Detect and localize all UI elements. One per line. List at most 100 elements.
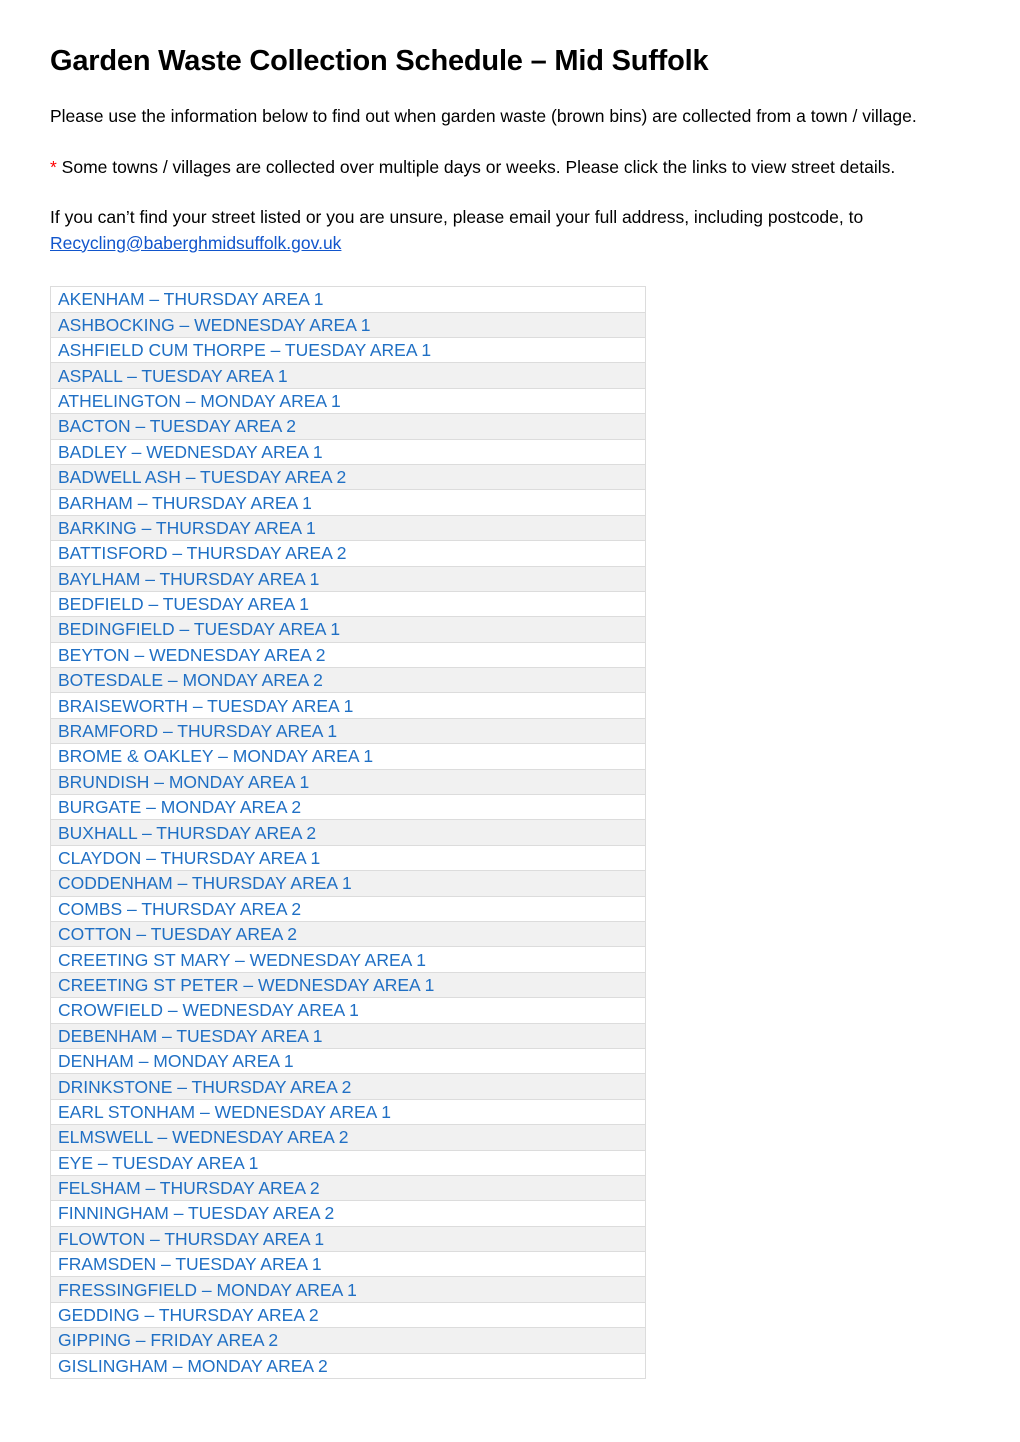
schedule-cell[interactable]: BATTISFORD – THURSDAY AREA 2 — [50, 540, 646, 567]
town-schedule-link[interactable]: GISLINGHAM – MONDAY AREA 2 — [58, 1355, 328, 1377]
table-row[interactable]: BADWELL ASH – TUESDAY AREA 2 — [50, 463, 646, 491]
town-schedule-link[interactable]: BUXHALL – THURSDAY AREA 2 — [58, 822, 316, 844]
table-row[interactable]: DEBENHAM – TUESDAY AREA 1 — [50, 1022, 646, 1049]
table-row[interactable]: BUXHALL – THURSDAY AREA 2 — [50, 819, 646, 846]
town-schedule-link[interactable]: AKENHAM – THURSDAY AREA 1 — [58, 288, 324, 310]
schedule-cell[interactable]: COMBS – THURSDAY AREA 2 — [50, 895, 646, 922]
table-row[interactable]: BOTESDALE – MONDAY AREA 2 — [50, 667, 646, 694]
schedule-cell[interactable]: BADWELL ASH – TUESDAY AREA 2 — [50, 463, 646, 491]
table-row[interactable]: DENHAM – MONDAY AREA 1 — [50, 1047, 646, 1075]
table-row[interactable]: ASPALL – TUESDAY AREA 1 — [50, 362, 646, 389]
schedule-cell[interactable]: ELMSWELL – WEDNESDAY AREA 2 — [50, 1124, 646, 1151]
table-row[interactable]: BADLEY – WEDNESDAY AREA 1 — [50, 438, 646, 465]
table-row[interactable]: AKENHAM – THURSDAY AREA 1 — [50, 286, 646, 313]
town-schedule-link[interactable]: BEDFIELD – TUESDAY AREA 1 — [58, 593, 309, 615]
table-row[interactable]: BRUNDISH – MONDAY AREA 1 — [50, 768, 646, 796]
schedule-cell[interactable]: FLOWTON – THURSDAY AREA 1 — [50, 1225, 646, 1253]
town-schedule-link[interactable]: BAYLHAM – THURSDAY AREA 1 — [58, 568, 319, 590]
schedule-cell[interactable]: DRINKSTONE – THURSDAY AREA 2 — [50, 1073, 646, 1100]
table-row[interactable]: BARHAM – THURSDAY AREA 1 — [50, 489, 646, 516]
town-schedule-link[interactable]: BARHAM – THURSDAY AREA 1 — [58, 492, 312, 514]
town-schedule-link[interactable]: COMBS – THURSDAY AREA 2 — [58, 898, 301, 920]
schedule-cell[interactable]: BRAMFORD – THURSDAY AREA 1 — [50, 717, 646, 745]
town-schedule-link[interactable]: BADLEY – WEDNESDAY AREA 1 — [58, 441, 323, 463]
table-row[interactable]: BATTISFORD – THURSDAY AREA 2 — [50, 540, 646, 567]
town-schedule-link[interactable]: ATHELINGTON – MONDAY AREA 1 — [58, 390, 341, 412]
table-row[interactable]: FELSHAM – THURSDAY AREA 2 — [50, 1174, 646, 1202]
table-row[interactable]: CREETING ST MARY – WEDNESDAY AREA 1 — [50, 946, 646, 973]
table-row[interactable]: GEDDING – THURSDAY AREA 2 — [50, 1301, 646, 1329]
town-schedule-link[interactable]: CLAYDON – THURSDAY AREA 1 — [58, 847, 320, 869]
town-schedule-link[interactable]: ASHFIELD CUM THORPE – TUESDAY AREA 1 — [58, 339, 431, 361]
town-schedule-link[interactable]: FINNINGHAM – TUESDAY AREA 2 — [58, 1202, 334, 1224]
schedule-cell[interactable]: BAYLHAM – THURSDAY AREA 1 — [50, 565, 646, 592]
town-schedule-link[interactable]: CREETING ST MARY – WEDNESDAY AREA 1 — [58, 949, 426, 971]
schedule-cell[interactable]: AKENHAM – THURSDAY AREA 1 — [50, 286, 646, 313]
schedule-cell[interactable]: CREETING ST PETER – WEDNESDAY AREA 1 — [50, 971, 646, 999]
table-row[interactable]: BEYTON – WEDNESDAY AREA 2 — [50, 641, 646, 669]
table-row[interactable]: FINNINGHAM – TUESDAY AREA 2 — [50, 1200, 646, 1227]
table-row[interactable]: BARKING – THURSDAY AREA 1 — [50, 514, 646, 542]
town-schedule-link[interactable]: EARL STONHAM – WEDNESDAY AREA 1 — [58, 1101, 391, 1123]
recycling-email-link[interactable]: Recycling@baberghmidsuffolk.gov.uk — [50, 233, 341, 253]
town-schedule-link[interactable]: BRAMFORD – THURSDAY AREA 1 — [58, 720, 337, 742]
schedule-cell[interactable]: BACTON – TUESDAY AREA 2 — [50, 413, 646, 440]
town-schedule-link[interactable]: BATTISFORD – THURSDAY AREA 2 — [58, 542, 347, 564]
table-row[interactable]: FRESSINGFIELD – MONDAY AREA 1 — [50, 1276, 646, 1303]
town-schedule-link[interactable]: BURGATE – MONDAY AREA 2 — [58, 796, 301, 818]
schedule-cell[interactable]: ASPALL – TUESDAY AREA 1 — [50, 362, 646, 389]
schedule-cell[interactable]: ATHELINGTON – MONDAY AREA 1 — [50, 387, 646, 415]
town-schedule-link[interactable]: EYE – TUESDAY AREA 1 — [58, 1152, 258, 1174]
town-schedule-link[interactable]: CREETING ST PETER – WEDNESDAY AREA 1 — [58, 974, 434, 996]
town-schedule-link[interactable]: CODDENHAM – THURSDAY AREA 1 — [58, 872, 352, 894]
town-schedule-link[interactable]: COTTON – TUESDAY AREA 2 — [58, 923, 297, 945]
table-row[interactable]: BRAMFORD – THURSDAY AREA 1 — [50, 717, 646, 745]
town-schedule-link[interactable]: DRINKSTONE – THURSDAY AREA 2 — [58, 1076, 351, 1098]
table-row[interactable]: ATHELINGTON – MONDAY AREA 1 — [50, 387, 646, 415]
schedule-cell[interactable]: CROWFIELD – WEDNESDAY AREA 1 — [50, 997, 646, 1024]
schedule-cell[interactable]: EARL STONHAM – WEDNESDAY AREA 1 — [50, 1098, 646, 1126]
town-schedule-link[interactable]: GEDDING – THURSDAY AREA 2 — [58, 1304, 319, 1326]
table-row[interactable]: BAYLHAM – THURSDAY AREA 1 — [50, 565, 646, 592]
town-schedule-link[interactable]: CROWFIELD – WEDNESDAY AREA 1 — [58, 999, 359, 1021]
schedule-cell[interactable]: BROME & OAKLEY – MONDAY AREA 1 — [50, 743, 646, 770]
schedule-cell[interactable]: BEDINGFIELD – TUESDAY AREA 1 — [50, 616, 646, 643]
town-schedule-link[interactable]: DEBENHAM – TUESDAY AREA 1 — [58, 1025, 323, 1047]
schedule-cell[interactable]: GEDDING – THURSDAY AREA 2 — [50, 1301, 646, 1329]
table-row[interactable]: COTTON – TUESDAY AREA 2 — [50, 920, 646, 948]
table-row[interactable]: GIPPING – FRIDAY AREA 2 — [50, 1327, 646, 1354]
table-row[interactable]: COMBS – THURSDAY AREA 2 — [50, 895, 646, 922]
town-schedule-link[interactable]: BOTESDALE – MONDAY AREA 2 — [58, 669, 323, 691]
table-row[interactable]: CREETING ST PETER – WEDNESDAY AREA 1 — [50, 971, 646, 999]
table-row[interactable]: ASHFIELD CUM THORPE – TUESDAY AREA 1 — [50, 336, 646, 364]
town-schedule-link[interactable]: BEYTON – WEDNESDAY AREA 2 — [58, 644, 325, 666]
schedule-cell[interactable]: CODDENHAM – THURSDAY AREA 1 — [50, 870, 646, 897]
schedule-cell[interactable]: BOTESDALE – MONDAY AREA 2 — [50, 667, 646, 694]
town-schedule-link[interactable]: BACTON – TUESDAY AREA 2 — [58, 415, 296, 437]
town-schedule-link[interactable]: BADWELL ASH – TUESDAY AREA 2 — [58, 466, 346, 488]
table-row[interactable]: FLOWTON – THURSDAY AREA 1 — [50, 1225, 646, 1253]
town-schedule-link[interactable]: BRAISEWORTH – TUESDAY AREA 1 — [58, 695, 353, 717]
schedule-cell[interactable]: BRAISEWORTH – TUESDAY AREA 1 — [50, 692, 646, 719]
schedule-cell[interactable]: GIPPING – FRIDAY AREA 2 — [50, 1327, 646, 1354]
town-schedule-link[interactable]: ASPALL – TUESDAY AREA 1 — [58, 365, 288, 387]
schedule-cell[interactable]: BARHAM – THURSDAY AREA 1 — [50, 489, 646, 516]
table-row[interactable]: BEDFIELD – TUESDAY AREA 1 — [50, 590, 646, 618]
schedule-cell[interactable]: BRUNDISH – MONDAY AREA 1 — [50, 768, 646, 796]
town-schedule-link[interactable]: BARKING – THURSDAY AREA 1 — [58, 517, 316, 539]
table-row[interactable]: ELMSWELL – WEDNESDAY AREA 2 — [50, 1124, 646, 1151]
table-row[interactable]: EARL STONHAM – WEDNESDAY AREA 1 — [50, 1098, 646, 1126]
table-row[interactable]: CODDENHAM – THURSDAY AREA 1 — [50, 870, 646, 897]
table-row[interactable]: BEDINGFIELD – TUESDAY AREA 1 — [50, 616, 646, 643]
schedule-cell[interactable]: ASHFIELD CUM THORPE – TUESDAY AREA 1 — [50, 336, 646, 364]
town-schedule-link[interactable]: FELSHAM – THURSDAY AREA 2 — [58, 1177, 320, 1199]
schedule-cell[interactable]: CREETING ST MARY – WEDNESDAY AREA 1 — [50, 946, 646, 973]
town-schedule-link[interactable]: ELMSWELL – WEDNESDAY AREA 2 — [58, 1126, 348, 1148]
town-schedule-link[interactable]: DENHAM – MONDAY AREA 1 — [58, 1050, 294, 1072]
town-schedule-link[interactable]: FRAMSDEN – TUESDAY AREA 1 — [58, 1253, 322, 1275]
schedule-cell[interactable]: DENHAM – MONDAY AREA 1 — [50, 1047, 646, 1075]
schedule-cell[interactable]: BUXHALL – THURSDAY AREA 2 — [50, 819, 646, 846]
table-row[interactable]: GISLINGHAM – MONDAY AREA 2 — [50, 1352, 646, 1380]
town-schedule-link[interactable]: FRESSINGFIELD – MONDAY AREA 1 — [58, 1279, 357, 1301]
table-row[interactable]: BRAISEWORTH – TUESDAY AREA 1 — [50, 692, 646, 719]
